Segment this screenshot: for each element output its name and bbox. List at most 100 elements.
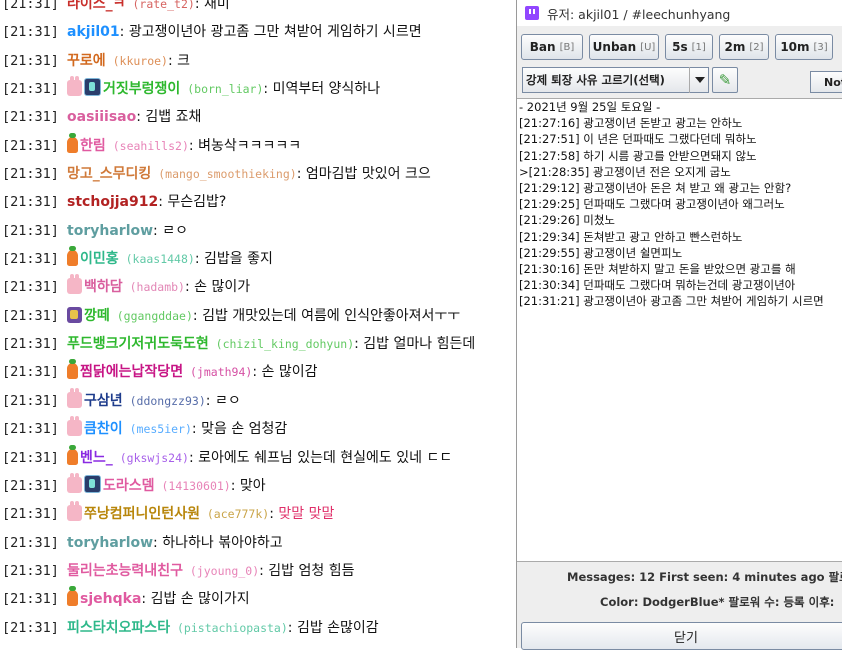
- chat-username[interactable]: 거짓부렁쟁이: [103, 81, 180, 97]
- chat-colon: :: [296, 166, 306, 183]
- chat-colon: :: [141, 591, 151, 608]
- history-line: [21:29:26] 미쳤노: [519, 213, 616, 228]
- bunny-badge-icon: [67, 416, 83, 437]
- chat-line: [21:31] 이민홍 (kaas1448): 김밥을 좋지: [0, 245, 516, 273]
- chat-timestamp: [21:31]: [2, 222, 68, 239]
- chat-line: [21:31] 큼찬이 (mes5ier): 맞음 손 엄청감: [0, 415, 516, 443]
- history-line: - 2021년 9월 25일 토요일 -: [519, 100, 661, 114]
- chat-message: 재미: [203, 0, 230, 12]
- chat-message: 무슨김밥?: [167, 194, 227, 211]
- chat-login: (seahills2): [105, 138, 189, 153]
- chat-timestamp: [21:31]: [2, 0, 68, 12]
- bunny-badge-icon: [67, 76, 83, 97]
- chat-login: (pistachiopasta): [170, 620, 288, 635]
- chat-colon: :: [153, 534, 163, 551]
- chat-timestamp: [21:31]: [2, 251, 68, 268]
- chat-colon: :: [192, 307, 203, 324]
- chat-timestamp: [21:31]: [2, 534, 68, 551]
- chat-colon: :: [287, 619, 297, 636]
- chat-line: [21:31] 거짓부렁쟁이 (born_liar): 미역부터 양식하나: [0, 75, 516, 103]
- chat-username[interactable]: 라이스_ㅋ: [67, 0, 126, 12]
- carrot-badge-icon: [67, 246, 79, 267]
- chat-login: (chizil_king_dohyun): [208, 337, 355, 352]
- ban-reason-select[interactable]: 강제 퇴장 사유 고르기(선택): [522, 67, 709, 93]
- chat-username[interactable]: oasiiisao: [67, 109, 136, 125]
- chat-login: (hadamb): [122, 280, 185, 295]
- history-line: [21:29:12] 광고쟁이년아 돈은 쳐 받고 왜 광고는 안함?: [519, 180, 792, 195]
- bunny-badge-icon: [67, 274, 83, 295]
- chat-login: (rate_t2): [125, 0, 195, 11]
- chat-username[interactable]: sjehqka: [80, 591, 141, 607]
- twitch-icon: [525, 6, 539, 20]
- chat-timestamp: [21:31]: [2, 307, 68, 324]
- chat-username[interactable]: 둘리는초능력내친구: [67, 563, 183, 579]
- chat-username[interactable]: 깡떼: [84, 308, 110, 324]
- button-label: 2m: [724, 40, 746, 54]
- chat-message: 손 많이가: [194, 279, 251, 296]
- chat-timestamp: [21:31]: [2, 166, 68, 183]
- pencil-icon[interactable]: ✎: [712, 67, 738, 93]
- button-shortcut: [U]: [640, 41, 656, 53]
- chat-login: (jyoung_0): [182, 563, 260, 578]
- chat-username[interactable]: stchojja912: [67, 194, 158, 210]
- chat-username[interactable]: 꾸로에: [67, 53, 106, 69]
- chat-timestamp: [21:31]: [2, 364, 68, 381]
- chat-username[interactable]: 피스타치오파스타: [67, 620, 170, 636]
- chat-colon: :: [158, 194, 168, 211]
- chat-username[interactable]: akjil01: [67, 24, 120, 40]
- unban-button[interactable]: Unban [U]: [589, 34, 659, 60]
- 5s-button[interactable]: 5s [1]: [665, 34, 713, 60]
- chat-line: [21:31] 쭈낭컴퍼니인턴사원 (ace777k): 맞말 맞말: [0, 500, 516, 528]
- notes-button[interactable]: Not: [810, 71, 842, 93]
- chat-timestamp: [21:31]: [2, 81, 68, 98]
- 10m-button[interactable]: 10m [3]: [775, 34, 833, 60]
- chat-colon: :: [184, 279, 195, 296]
- dialog-titlebar[interactable]: 유저: akjil01 / #leechunhyang: [517, 0, 842, 26]
- ban-button[interactable]: Ban [B]: [521, 34, 583, 60]
- message-history[interactable]: - 2021년 9월 25일 토요일 - [21:27:16] 광고쟁이년 돈받고…: [517, 98, 842, 562]
- chat-username[interactable]: 찜닭에는납작당면: [80, 364, 183, 380]
- chat-line: [21:31] 찜닭에는납작당면 (jmath94): 손 많이감: [0, 358, 516, 386]
- chat-username[interactable]: toryharlow: [67, 223, 153, 239]
- chat-timestamp: [21:31]: [2, 562, 68, 579]
- chat-username[interactable]: 큼찬이: [84, 421, 123, 437]
- chat-line: [21:31] 백하담 (hadamb): 손 많이가: [0, 273, 516, 301]
- chat-message: 김밥 손많이감: [296, 619, 379, 636]
- chat-username[interactable]: 쭈낭컴퍼니인턴사원: [84, 506, 200, 522]
- close-button[interactable]: 닫기: [521, 622, 842, 650]
- chat-login: (born_liar): [180, 82, 264, 97]
- user-stats-line2: Color: DodgerBlue* 팔로워 수: 등록 이후:: [600, 595, 835, 609]
- chat-timestamp: [21:31]: [2, 336, 68, 353]
- chat-colon: :: [259, 562, 269, 579]
- button-shortcut: [B]: [559, 41, 575, 53]
- chat-message: ㄹㅇ: [214, 392, 241, 409]
- chat-timestamp: [21:31]: [2, 194, 68, 211]
- chat-username[interactable]: 백하담: [84, 279, 123, 295]
- chat-username[interactable]: 망고_스무디킹: [67, 166, 151, 182]
- chat-colon: :: [354, 336, 364, 353]
- 2m-button[interactable]: 2m [2]: [719, 34, 769, 60]
- chevron-down-icon[interactable]: [689, 67, 709, 93]
- chat-username[interactable]: toryharlow: [67, 535, 153, 551]
- button-label: Unban: [592, 40, 637, 54]
- chat-username[interactable]: 한림: [80, 138, 106, 154]
- chat-log: [21:31] 라이스_ㅋ (rate_t2): 재미 [21:31] akjil…: [0, 0, 516, 648]
- chat-line: [21:31] 피스타치오파스타 (pistachiopasta): 김밥 손많…: [0, 614, 516, 642]
- chat-username[interactable]: 구삼년: [84, 393, 123, 409]
- chat-username[interactable]: 벤느_: [80, 450, 113, 466]
- chat-username[interactable]: 이민홍: [80, 251, 119, 267]
- user-info-dialog: 유저: akjil01 / #leechunhyang Ban [B] Unban[…: [516, 0, 842, 650]
- chat-timestamp: [21:31]: [2, 24, 68, 41]
- chat-message: 맞아: [239, 477, 266, 494]
- chat-message: ㄹㅇ: [162, 222, 188, 239]
- chat-timestamp: [21:31]: [2, 506, 68, 523]
- chat-username[interactable]: 도라스뎀: [103, 478, 155, 494]
- chat-line: [21:31] 깡떼 (ggangddae): 김밥 개맛있는데 여름에 인식안…: [0, 302, 516, 330]
- chat-line: [21:31] toryharlow: ㄹㅇ: [0, 217, 516, 245]
- carrot-badge-icon: [67, 444, 79, 465]
- chat-message: 광고쟁이년아 광고좀 그만 쳐받어 게임하기 시르면: [128, 24, 422, 41]
- chat-colon: :: [191, 421, 202, 438]
- chat-username[interactable]: 푸드뱅크기저귀도둑도현: [67, 336, 209, 352]
- chat-message: 김밥 손 많이가지: [150, 591, 250, 608]
- chat-login: (kkuroe): [105, 53, 168, 68]
